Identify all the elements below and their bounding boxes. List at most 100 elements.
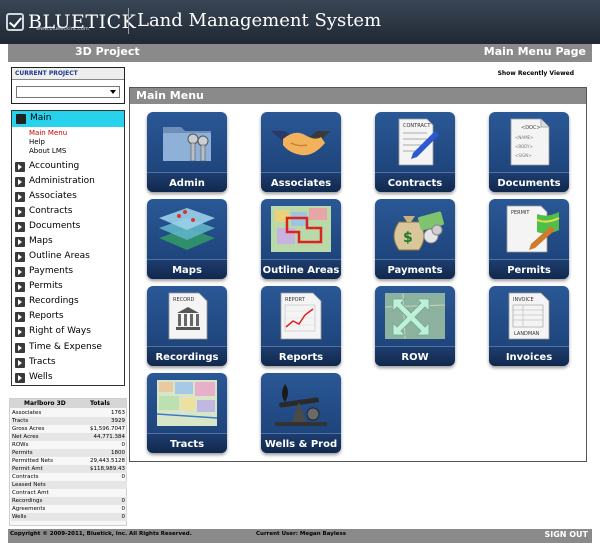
stats-col-project: Marlboro 3D [24,400,66,407]
sidebar-item-documents[interactable]: Documents [12,220,124,234]
sidebar-item-time-expense[interactable]: Time & Expense [12,341,124,355]
sidebar-item-tracts[interactable]: Tracts [12,356,124,370]
stat-row: Permits 1800 [11,449,127,457]
sidebar-item-label: Associates [29,191,77,201]
sub-item-about[interactable]: About LMS [29,147,66,155]
tile-label: Maps [172,265,202,276]
sidebar-item-label: Permits [29,281,63,291]
expand-arrow-icon [15,297,25,307]
tile-permits[interactable]: PERMIT Permits [489,199,569,279]
landman-text: LANDMAN [514,331,540,337]
sidebar-item-payments[interactable]: Payments [12,265,124,279]
sidebar-item-label: Accounting [29,161,80,171]
expand-arrow-icon [15,237,25,247]
sidebar-item-associates[interactable]: Associates [12,190,124,204]
record-building-icon: RECORD [168,292,208,340]
stat-value: 0 [121,498,126,504]
tile-row[interactable]: ROW [375,286,455,366]
stat-key: Associates [12,410,42,416]
invoice-text: INVOICE [513,297,534,303]
sidebar-item-outline-areas[interactable]: Outline Areas [12,250,124,264]
expand-arrow-icon [15,177,25,187]
sidebar-item-maps[interactable]: Maps [12,235,124,249]
doc-name-text: <NAME> [515,135,533,140]
stat-value: 1763 [111,410,125,416]
sidebar-item-main[interactable]: Main [12,111,124,127]
stat-key: ROWs [12,442,29,448]
app-title: Land Management System [137,10,382,31]
stat-row: Recordings 0 [11,497,127,505]
tile-label: Invoices [505,352,553,363]
tile-contracts[interactable]: CONTRACT Contracts [375,112,455,192]
app-footer: Copyright © 2009-2011, Bluetick, Inc. Al… [8,529,592,543]
sub-item-main-menu[interactable]: Main Menu [29,129,67,137]
sidebar-nav: Main Main Menu Help About LMS Accounting… [11,110,125,386]
sidebar-item-label: Administration [29,176,95,186]
tile-label: Payments [387,265,443,276]
stat-row: Wells 0 [11,513,127,521]
sidebar-item-label: Payments [29,266,74,276]
sub-item-help[interactable]: Help [29,138,45,146]
sidebar-item-recordings[interactable]: Recordings [12,295,124,309]
copyright-text: Copyright © 2009-2011, Bluetick, Inc. Al… [10,531,192,537]
sidebar-item-accounting[interactable]: Accounting [12,160,124,174]
stats-header: Marlboro 3D Totals [10,399,126,408]
tile-reports[interactable]: REPORT Reports [261,286,341,366]
expand-arrow-icon [15,252,25,262]
contract-pen-icon: CONTRACT [398,118,439,166]
stat-key: Permits [12,450,33,456]
sidebar-item-permits[interactable]: Permits [12,280,124,294]
tile-label: Permits [507,265,551,276]
dropdown-arrow-icon [110,90,116,94]
stat-key: Recordings [12,498,43,504]
dollar-text: $ [403,230,413,246]
tile-outline-areas[interactable]: Outline Areas [261,199,341,279]
sidebar-item-reports[interactable]: Reports [12,310,124,324]
stat-value: 3929 [111,418,125,424]
tile-invoices[interactable]: INVOICE LANDMAN Invoices [489,286,569,366]
sidebar-item-label: Wells [29,372,53,382]
tracts-map-icon [156,380,218,426]
doc-body-text: <BODY> [515,144,533,149]
show-recently-viewed-link[interactable]: Show Recently Viewed [498,70,574,77]
sidebar-item-wells[interactable]: Wells [12,371,124,385]
tile-maps[interactable]: Maps [147,199,227,279]
stat-key: Wells [12,514,27,520]
stat-row: Leased Nets [11,481,127,489]
record-text: RECORD [173,297,195,303]
permit-text: PERMIT [511,210,530,216]
doc-sign-text: <SIGN> [515,153,532,158]
current-user-text: Current User: Megan Bayless [256,531,347,537]
tile-wells-prod[interactable]: Wells & Prod [261,373,341,453]
tile-recordings[interactable]: RECORD Recordings [147,286,227,366]
contract-text: CONTRACT [403,123,431,129]
tile-tracts[interactable]: Tracts [147,373,227,453]
stat-value: $1,596.7047 [90,426,125,432]
sidebar-item-administration[interactable]: Administration [12,175,124,189]
page-titlebar: 3D Project Main Menu Page [8,44,592,62]
tile-label: Wells & Prod [264,439,338,450]
tile-documents[interactable]: <DOC> <NAME> <BODY> <SIGN> Documents [489,112,569,192]
money-bag-icon: $ [393,211,444,251]
main-bullet-icon [16,114,26,124]
sidebar-item-contracts[interactable]: Contracts [12,205,124,219]
tile-payments[interactable]: $ Payments [375,199,455,279]
expand-arrow-icon [15,327,25,337]
stat-row: Contract Amt [11,489,127,497]
stat-row: Contracts 0 [11,473,127,481]
tile-admin[interactable]: Admin [147,112,227,192]
project-select[interactable] [16,86,120,98]
tile-label: Associates [270,178,332,189]
stats-col-totals: Totals [90,400,110,407]
sidebar-item-label: Right of Ways [29,326,91,336]
sidebar-item-label: Outline Areas [29,251,90,261]
tile-label: Outline Areas [262,265,340,276]
stat-value: $118,989.43 [90,466,125,472]
sidebar-item-right-of-ways[interactable]: Right of Ways [12,325,124,339]
tile-associates[interactable]: Associates [261,112,341,192]
stat-value: 1800 [111,450,125,456]
sign-out-link[interactable]: SIGN OUT [544,530,588,539]
expand-arrow-icon [15,312,25,322]
bluetick-logo[interactable]: BLUETICK [6,4,136,40]
stat-row: Tracts 3929 [11,417,127,425]
